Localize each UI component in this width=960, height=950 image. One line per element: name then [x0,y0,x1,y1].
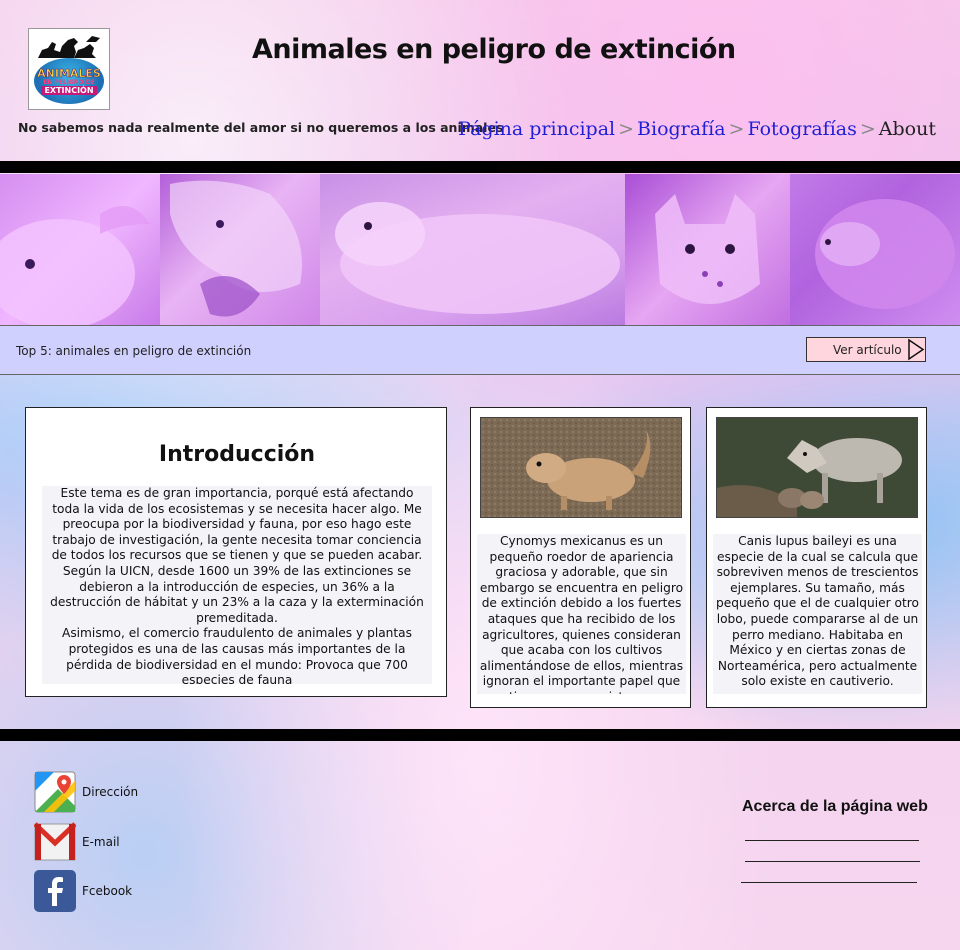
nav-link-photos[interactable]: Fotografías [747,118,856,140]
tagline: No sabemos nada realmente del amor si no… [18,120,504,135]
banner-prairie-dog-image [320,174,625,325]
page-title: Animales en peligro de extinción [252,34,736,65]
read-article-button[interactable]: Ver artículo [806,337,926,362]
intro-paragraph: Asimismo, el comercio fraudulento de ani… [61,626,412,684]
mexican-wolf-card: Canis lupus baileyi es una especie de la… [706,407,927,708]
contact-label: E-mail [82,835,120,849]
contact-label: Fcebook [82,884,133,898]
nav-link-home[interactable]: Página principal [458,118,615,140]
prairie-dog-photo[interactable] [480,417,682,518]
mexican-wolf-photo[interactable] [716,417,918,518]
mexican-wolf-description: Canis lupus baileyi es una especie de la… [713,534,922,694]
banner-ocelot-image [625,174,790,325]
breadcrumb-separator: > [618,118,635,140]
banner-vaquita-image [790,174,960,325]
read-article-label: Ver artículo [833,342,902,357]
gmail-icon [33,821,77,863]
header: ANIMALES EN PELIGRO DE EXTINCIÓN Animale… [0,0,960,160]
logo-badge: ANIMALES EN PELIGRO DE EXTINCIÓN [34,58,104,104]
logo-text-line1: ANIMALES [37,66,101,80]
intro-card: Introducción Este tema es de gran import… [25,407,447,697]
logo-text-line2: EN PELIGRO DE [43,78,95,86]
about-placeholder-line [745,861,920,862]
header-divider [0,161,960,173]
nav-link-biography[interactable]: Biografía [637,118,726,140]
footer-divider [0,729,960,741]
about-site-title: Acerca de la página web [742,798,928,815]
ocelot-icon [655,194,760,304]
contact-email[interactable]: E-mail [33,821,120,863]
intro-heading: Introducción [158,442,316,467]
prairie-dog-icon [481,418,681,517]
feature-title: Top 5: animales en peligro de extinción [16,344,252,358]
banner-axolotl-image [0,174,160,325]
animal-banner [0,174,960,326]
prairie-dog-description: Cynomys mexicanus es un pequeño roedor d… [477,534,686,694]
breadcrumb: Página principal > Biografía > Fotografías > A… [458,118,936,140]
intro-paragraph: Según la UICN, desde 1600 un 39% de las … [50,563,424,625]
logo-text-line3: EXTINCIÓN [41,85,97,95]
contact-label: Dirección [82,785,139,799]
nav-link-about[interactable]: About [879,118,936,140]
contact-address[interactable]: Dirección [34,771,138,813]
site-logo[interactable]: ANIMALES EN PELIGRO DE EXTINCIÓN [28,28,110,110]
about-placeholder-line [741,882,917,883]
wolf-icon [717,418,917,517]
axolotl-icon [0,206,150,325]
banner-wolf-image [160,174,320,325]
prairie-dog-card: Cynomys mexicanus es un pequeño roedor d… [470,407,691,708]
vaquita-icon [815,199,955,309]
prairie-dog-icon [335,202,620,314]
animal-silhouettes-icon [38,36,100,58]
breadcrumb-separator: > [728,118,745,140]
facebook-icon [34,870,76,912]
about-placeholder-line [745,840,919,841]
intro-text: Este tema es de gran importancia, porqué… [42,486,432,684]
contact-facebook[interactable]: Fcebook [34,870,132,912]
play-arrow-icon [908,338,925,361]
google-maps-icon [34,771,76,813]
intro-paragraph: Este tema es de gran importancia, porqué… [51,486,423,563]
wolf-icon [170,180,302,317]
breadcrumb-separator: > [859,118,876,140]
